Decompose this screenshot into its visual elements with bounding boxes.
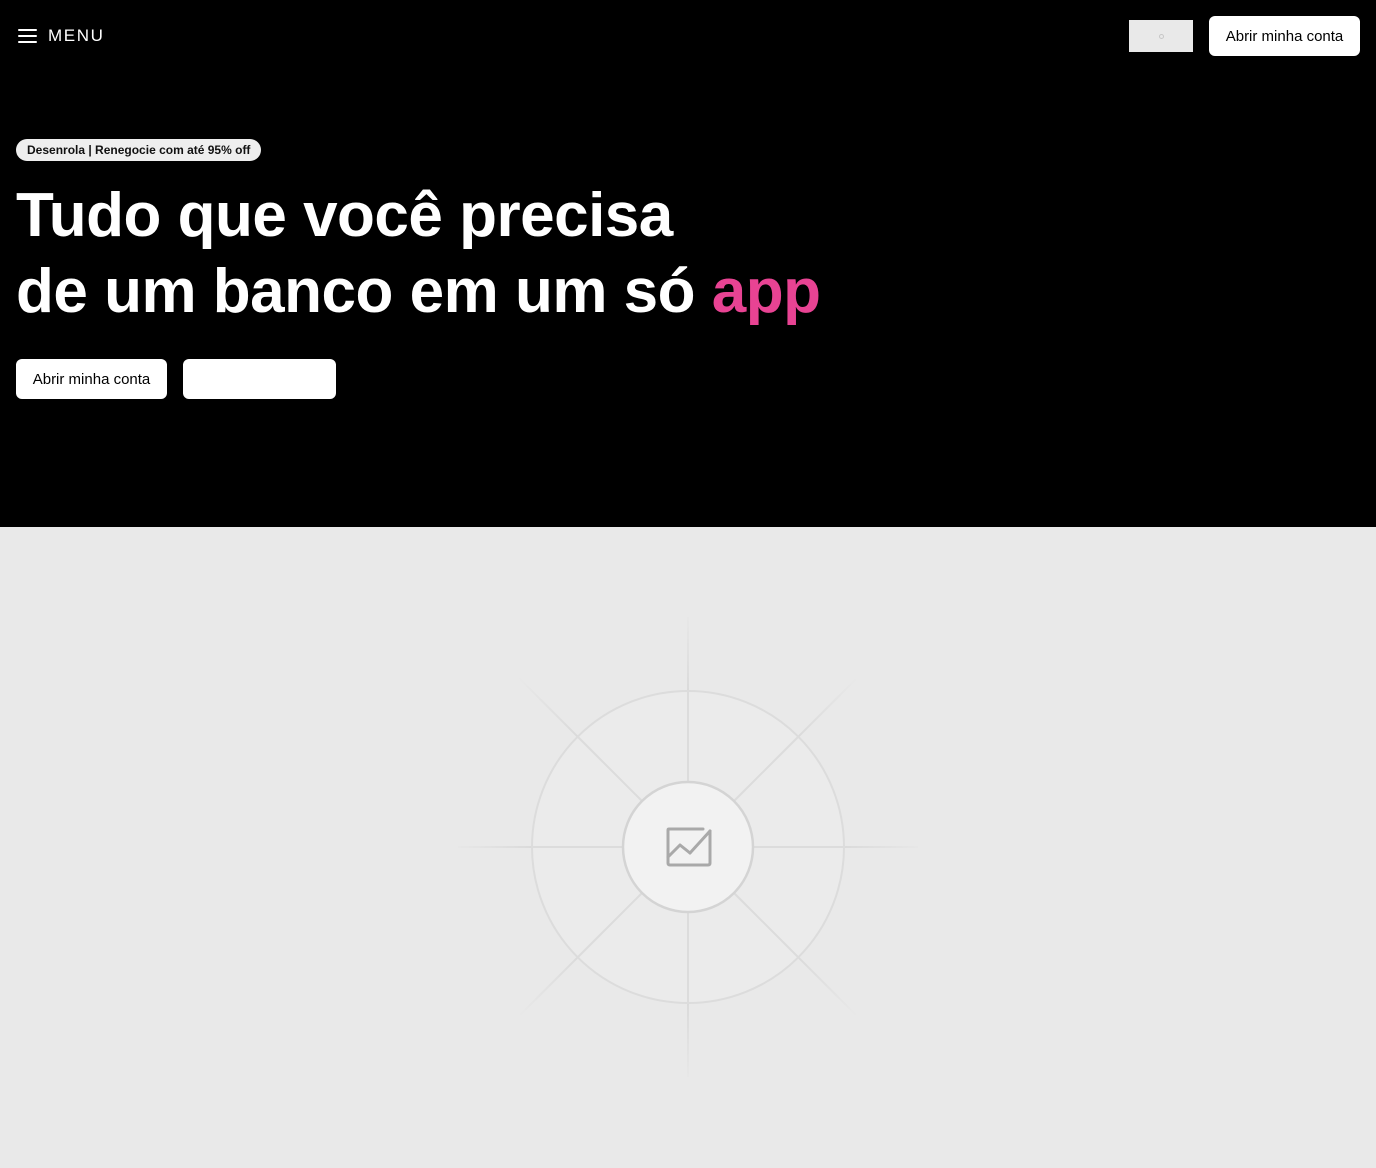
open-account-hero-button[interactable]: Abrir minha conta: [16, 359, 167, 399]
loading-dot-icon: [1158, 33, 1164, 39]
image-placeholder-graphic: [458, 617, 918, 1077]
menu-button[interactable]: MENU: [18, 24, 104, 48]
media-placeholder-section: [0, 527, 1376, 1168]
secondary-hero-button[interactable]: [183, 359, 336, 399]
hamburger-icon: [18, 29, 37, 43]
headline-accent: app: [711, 257, 821, 326]
header-image-placeholder[interactable]: [1129, 20, 1193, 52]
placeholder-inner-circle: [621, 780, 755, 914]
hero-section: MENU Abrir minha conta Desenrola | Reneg…: [0, 0, 1376, 527]
menu-label: MENU: [48, 26, 105, 45]
headline-line-1: Tudo que você precisa: [16, 181, 673, 250]
hero-headline: Tudo que você precisa de um banco em um …: [16, 178, 821, 330]
promo-badge[interactable]: Desenrola | Renegocie com até 95% off: [16, 139, 262, 161]
headline-line-2: de um banco em um só: [16, 257, 712, 326]
open-account-header-button[interactable]: Abrir minha conta: [1209, 16, 1360, 56]
